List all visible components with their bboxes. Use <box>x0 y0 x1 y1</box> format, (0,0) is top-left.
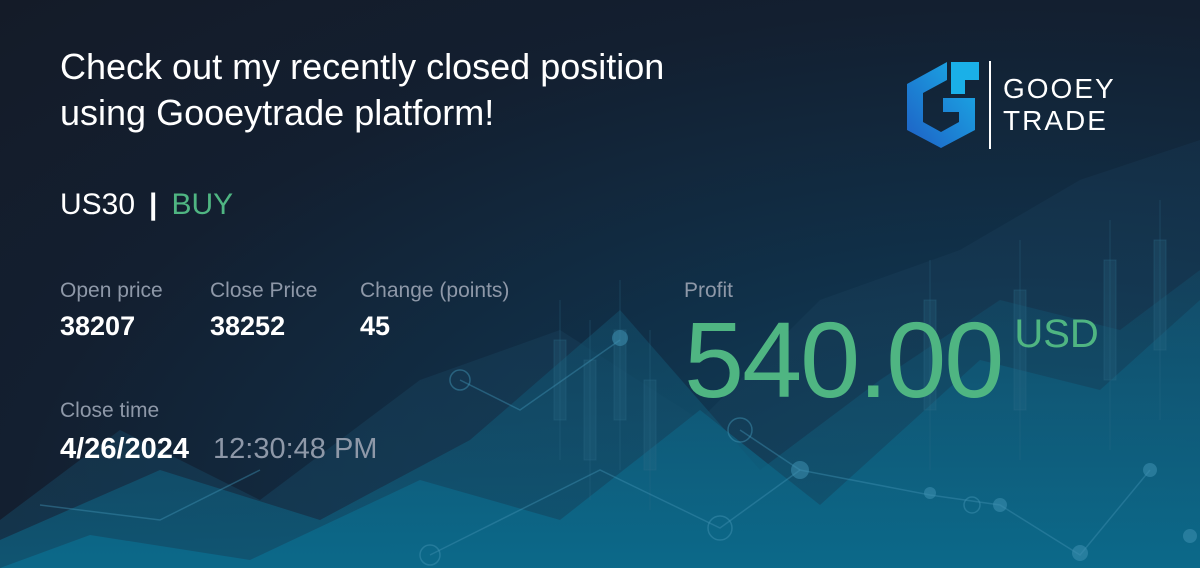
logo-word-trade: TRADE <box>1003 105 1108 136</box>
open-price-value: 38207 <box>60 311 136 341</box>
position-side: BUY <box>171 188 234 221</box>
open-price-label: Open price <box>60 279 163 302</box>
profit-currency: USD <box>1014 312 1099 356</box>
headline-line-1: Check out my recently closed position <box>60 46 665 87</box>
logo-wordmark: GOOEY TRADE <box>1003 73 1116 137</box>
profit-amount: 540.00 <box>684 299 1004 420</box>
close-price-label: Close Price <box>210 279 318 302</box>
gooeytrade-logo: GOOEY TRADE <box>903 60 1133 150</box>
share-card: Check out my recently closed position us… <box>0 0 1200 568</box>
close-time-value: 12:30:48 PM <box>213 433 378 465</box>
profit-block: Profit 540.00 USD <box>684 278 1099 416</box>
logo-word-gooey: GOOEY <box>1003 73 1116 104</box>
change-stat: Change (points) 45 <box>360 278 509 344</box>
instrument-separator: | <box>149 188 158 221</box>
close-price-value: 38252 <box>210 311 286 341</box>
change-value: 45 <box>360 311 391 341</box>
gooeytrade-logo-icon <box>907 62 979 148</box>
headline-line-2: using Gooeytrade platform! <box>60 92 495 133</box>
profit-amount-row: 540.00 USD <box>684 304 1099 416</box>
close-time-row: 4/26/2024 12:30:48 PM <box>60 430 377 468</box>
close-date: 4/26/2024 <box>60 433 190 465</box>
close-price-stat: Close Price 38252 <box>210 278 317 344</box>
instrument-symbol: US30 <box>60 188 136 221</box>
change-label: Change (points) <box>360 279 510 302</box>
open-price-stat: Open price 38207 <box>60 278 163 344</box>
instrument-row: US30 | BUY <box>60 186 233 224</box>
close-time-block: Close time 4/26/2024 12:30:48 PM <box>60 398 377 468</box>
close-time-label: Close time <box>60 399 160 422</box>
headline: Check out my recently closed position us… <box>60 44 780 136</box>
logo-divider <box>989 61 991 149</box>
